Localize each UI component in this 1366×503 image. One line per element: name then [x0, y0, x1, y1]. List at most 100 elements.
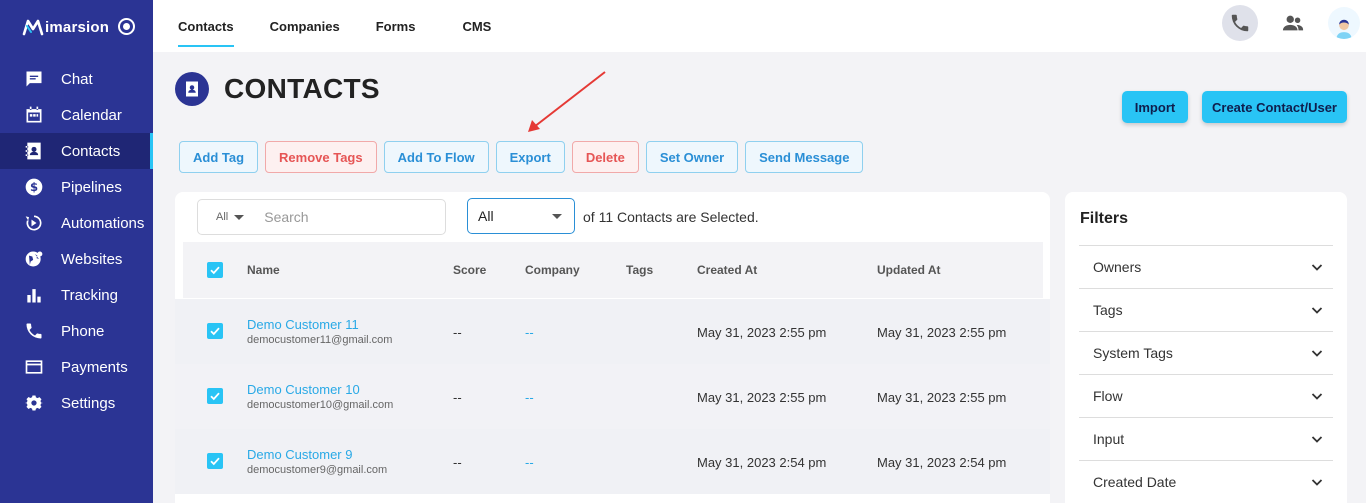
contacts-icon — [24, 141, 44, 161]
column-created-at[interactable]: Created At — [697, 263, 757, 277]
contact-updated-at: May 31, 2023 2:55 pm — [877, 390, 1007, 405]
phone-button[interactable] — [1222, 5, 1258, 41]
sidebar-item-websites[interactable]: Websites — [0, 241, 153, 277]
contact-company-link[interactable]: -- — [525, 455, 534, 470]
search-scope-dropdown[interactable]: All — [216, 211, 245, 223]
contact-company-link[interactable]: -- — [525, 325, 534, 340]
globe-icon — [24, 249, 44, 269]
sidebar-item-phone[interactable]: Phone — [0, 313, 153, 349]
column-tags[interactable]: Tags — [626, 263, 653, 277]
sidebar-item-label: Payments — [61, 358, 128, 376]
sidebar-item-settings[interactable]: Settings — [0, 385, 153, 421]
chat-icon — [24, 69, 44, 89]
contact-created-at: May 31, 2023 2:55 pm — [697, 390, 827, 405]
column-score[interactable]: Score — [453, 263, 486, 277]
sidebar-item-contacts[interactable]: Contacts — [0, 133, 153, 169]
brand-logo[interactable]: imarsion — [22, 14, 109, 40]
sidebar-item-label: Pipelines — [61, 178, 122, 196]
send-message-button[interactable]: Send Message — [745, 141, 864, 173]
sidebar-item-automations[interactable]: Automations — [0, 205, 153, 241]
top-icons — [1205, 5, 1360, 41]
create-contact-button[interactable]: Create Contact/User — [1202, 91, 1347, 123]
user-avatar[interactable] — [1328, 7, 1360, 39]
table-body: Demo Customer 11 democustomer11@gmail.co… — [175, 299, 1050, 494]
bar-chart-icon — [24, 285, 44, 305]
filter-tags[interactable]: Tags — [1079, 288, 1333, 331]
annotation-arrow-icon — [528, 71, 606, 132]
delete-button[interactable]: Delete — [571, 141, 639, 173]
filters-title: Filters — [1080, 210, 1129, 227]
caret-down-icon — [552, 213, 562, 219]
row-checkbox[interactable] — [207, 323, 223, 339]
tab-contacts[interactable]: Contacts — [178, 0, 234, 52]
sidebar-item-chat[interactable]: Chat — [0, 61, 153, 97]
filter-label: Input — [1093, 431, 1125, 447]
sidebar-item-calendar[interactable]: Calendar — [0, 97, 153, 133]
selection-count-text: of 11 Contacts are Selected. — [583, 209, 759, 225]
top-tabs: Contacts Companies Forms CMS — [178, 0, 527, 52]
check-icon — [210, 266, 220, 275]
column-name[interactable]: Name — [247, 263, 280, 277]
chevron-down-icon — [1311, 350, 1323, 357]
dollar-icon: $ — [24, 177, 44, 197]
import-button[interactable]: Import — [1122, 91, 1188, 123]
filters-panel: Filters Owners Tags System Tags Flow Inp… — [1065, 192, 1347, 503]
automation-icon — [24, 213, 44, 233]
filter-owners[interactable]: Owners — [1079, 245, 1333, 288]
add-tag-button[interactable]: Add Tag — [179, 141, 259, 173]
contacts-icon — [175, 72, 209, 106]
filter-created-date[interactable]: Created Date — [1079, 460, 1333, 503]
add-to-flow-button[interactable]: Add To Flow — [383, 141, 489, 173]
filter-label: System Tags — [1093, 345, 1173, 361]
contact-name-link[interactable]: Demo Customer 11 — [247, 317, 359, 332]
page-heading: CONTACTS — [175, 72, 380, 106]
selection-value: All — [478, 208, 494, 224]
sidebar-item-label: Contacts — [61, 142, 121, 160]
select-all-checkbox[interactable] — [207, 262, 223, 278]
row-checkbox[interactable] — [207, 453, 223, 469]
contact-updated-at: May 31, 2023 2:54 pm — [877, 455, 1007, 470]
search-input[interactable] — [264, 209, 425, 225]
filter-input[interactable]: Input — [1079, 417, 1333, 460]
table-row[interactable]: Demo Customer 11 democustomer11@gmail.co… — [175, 299, 1050, 364]
tab-cms[interactable]: CMS — [462, 0, 491, 52]
phone-icon — [1231, 14, 1249, 32]
sidebar-item-label: Phone — [61, 322, 105, 340]
avatar-icon — [1336, 19, 1352, 39]
check-icon — [210, 457, 220, 466]
filter-system-tags[interactable]: System Tags — [1079, 331, 1333, 374]
brand-name: imarsion — [45, 18, 110, 36]
contact-name-link[interactable]: Demo Customer 9 — [247, 447, 352, 462]
top-bar: Contacts Companies Forms CMS — [153, 0, 1366, 52]
selection-dropdown[interactable]: All — [467, 198, 575, 234]
tab-companies[interactable]: Companies — [270, 0, 340, 52]
contact-score: -- — [453, 455, 462, 470]
sidebar-item-label: Calendar — [61, 106, 122, 124]
sidebar-item-tracking[interactable]: Tracking — [0, 277, 153, 313]
table-row[interactable]: Demo Customer 10 democustomer10@gmail.co… — [175, 364, 1050, 429]
contact-updated-at: May 31, 2023 2:55 pm — [877, 325, 1007, 340]
contact-company-link[interactable]: -- — [525, 390, 534, 405]
table-row[interactable]: Demo Customer 9 democustomer9@gmail.com … — [175, 429, 1050, 494]
contact-score: -- — [453, 325, 462, 340]
set-owner-button[interactable]: Set Owner — [645, 141, 739, 173]
team-button[interactable] — [1275, 5, 1311, 41]
caret-down-icon — [234, 214, 245, 220]
sidebar-item-pipelines[interactable]: $ Pipelines — [0, 169, 153, 205]
filter-label: Flow — [1093, 388, 1123, 404]
contact-name-link[interactable]: Demo Customer 10 — [247, 382, 360, 397]
sidebar-collapse-toggle[interactable] — [118, 18, 135, 35]
filter-label: Tags — [1093, 302, 1123, 318]
remove-tags-button[interactable]: Remove Tags — [265, 141, 377, 173]
imarsion-logo-icon — [22, 19, 44, 36]
contact-email: democustomer10@gmail.com — [247, 399, 394, 411]
tab-forms[interactable]: Forms — [376, 0, 416, 52]
row-checkbox[interactable] — [207, 388, 223, 404]
contact-created-at: May 31, 2023 2:54 pm — [697, 455, 827, 470]
filter-flow[interactable]: Flow — [1079, 374, 1333, 417]
sidebar-item-label: Automations — [61, 214, 145, 232]
sidebar-item-payments[interactable]: Payments — [0, 349, 153, 385]
column-updated-at[interactable]: Updated At — [877, 263, 941, 277]
export-button[interactable]: Export — [495, 141, 565, 173]
column-company[interactable]: Company — [525, 263, 580, 277]
